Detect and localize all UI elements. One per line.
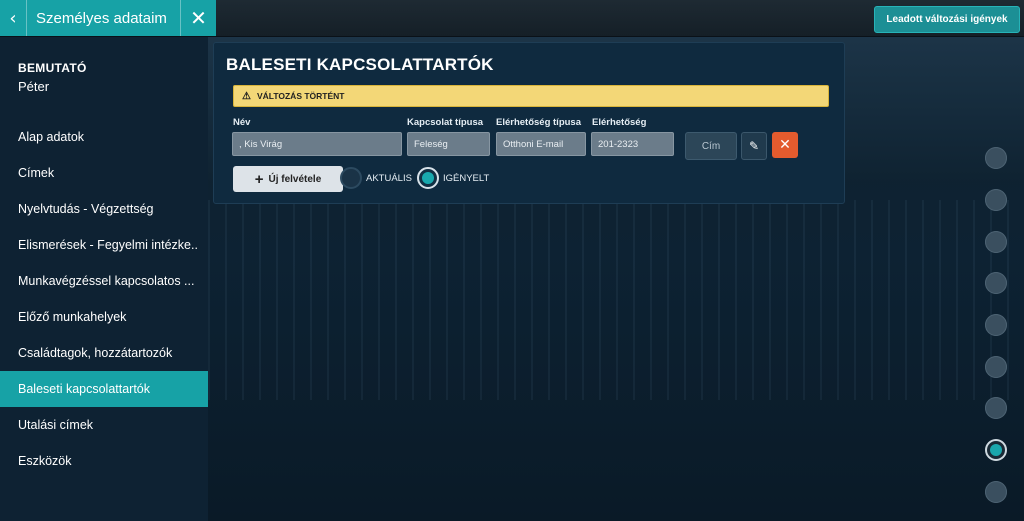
background-texture (208, 200, 1024, 400)
section-dot-active[interactable] (985, 439, 1007, 461)
sidebar-item-eszkozok[interactable]: Eszközök (0, 443, 208, 479)
emergency-contacts-card: BALESETI KAPCSOLATTARTÓK ⚠ VÁLTOZÁS TÖRT… (213, 42, 845, 204)
warning-text: VÁLTOZÁS TÖRTÉNT (256, 91, 345, 101)
header-panel: ‹ Személyes adataim ✕ (0, 0, 216, 36)
section-dot[interactable] (985, 356, 1007, 378)
sidebar-item-baleseti-kapcsolattartok[interactable]: Baleseti kapcsolattartók (0, 371, 208, 407)
sidebar-item-elismeresek[interactable]: Elismerések - Fegyelmi intézke.. (0, 227, 208, 263)
card-title: BALESETI KAPCSOLATTARTÓK (226, 55, 494, 74)
chevron-left-icon: ‹ (9, 7, 17, 29)
radio-current[interactable] (340, 167, 362, 189)
add-new-button[interactable]: + Új felvétele (233, 166, 343, 192)
relation-type-label: Kapcsolat típusa (407, 117, 484, 128)
contact-type-field[interactable]: Otthoni E-mail (496, 132, 586, 156)
radio-requested[interactable] (417, 167, 439, 189)
section-dot[interactable] (985, 314, 1007, 336)
sidebar-item-csaladtagok[interactable]: Családtagok, hozzátartozók (0, 335, 208, 371)
contact-field[interactable]: 201-2323 (591, 132, 674, 156)
section-dot[interactable] (985, 397, 1007, 419)
pencil-icon: ✎ (748, 139, 760, 153)
plus-icon: + (254, 170, 264, 188)
section-dot[interactable] (985, 147, 1007, 169)
section-dot[interactable] (985, 189, 1007, 211)
close-button[interactable]: ✕ (180, 0, 216, 36)
sidebar-nav: Alap adatok Címek Nyelvtudás - Végzettsé… (0, 119, 208, 479)
add-new-label: Új felvétele (268, 173, 322, 185)
back-button[interactable]: ‹ (0, 0, 27, 36)
submitted-requests-button[interactable]: Leadott változási igények (874, 6, 1020, 33)
sidebar-item-munkavegzes[interactable]: Munkavégzéssel kapcsolatos ... (0, 263, 208, 299)
user-name: Péter (18, 79, 50, 94)
change-warning-banner: ⚠ VÁLTOZÁS TÖRTÉNT (233, 85, 829, 107)
edit-button[interactable]: ✎ (741, 132, 767, 160)
warning-icon: ⚠ (242, 90, 251, 102)
address-button[interactable]: Cím (685, 132, 737, 160)
sidebar-item-alap-adatok[interactable]: Alap adatok (0, 119, 208, 155)
sidebar-item-elozo-munkahelyek[interactable]: Előző munkahelyek (0, 299, 208, 335)
section-dot[interactable] (985, 481, 1007, 503)
close-icon: ✕ (779, 137, 791, 153)
sidebar-item-utalasi-cimek[interactable]: Utalási címek (0, 407, 208, 443)
user-block: BEMUTATÓ Péter (0, 37, 208, 94)
delete-button[interactable]: ✕ (772, 132, 798, 158)
sidebar-item-cimek[interactable]: Címek (0, 155, 208, 191)
contact-label: Elérhetőség (592, 117, 647, 128)
page-title: Személyes adataim (36, 9, 167, 27)
section-dot[interactable] (985, 272, 1007, 294)
user-label: BEMUTATÓ (18, 61, 87, 75)
relation-type-field[interactable]: Feleség (407, 132, 490, 156)
contact-type-label: Elérhetőség típusa (496, 117, 581, 128)
sidebar: BEMUTATÓ Péter Alap adatok Címek Nyelvtu… (0, 37, 208, 521)
radio-current-label: AKTUÁLIS (366, 173, 412, 184)
sidebar-item-nyelvtudas[interactable]: Nyelvtudás - Végzettség (0, 191, 208, 227)
radio-requested-label: IGÉNYELT (443, 173, 490, 184)
section-dot[interactable] (985, 231, 1007, 253)
top-bar: ‹ Személyes adataim ✕ Leadott változási … (0, 0, 1024, 37)
close-icon: ✕ (190, 6, 207, 30)
name-field[interactable]: , Kis Virág (232, 132, 402, 156)
name-label: Név (233, 117, 251, 128)
